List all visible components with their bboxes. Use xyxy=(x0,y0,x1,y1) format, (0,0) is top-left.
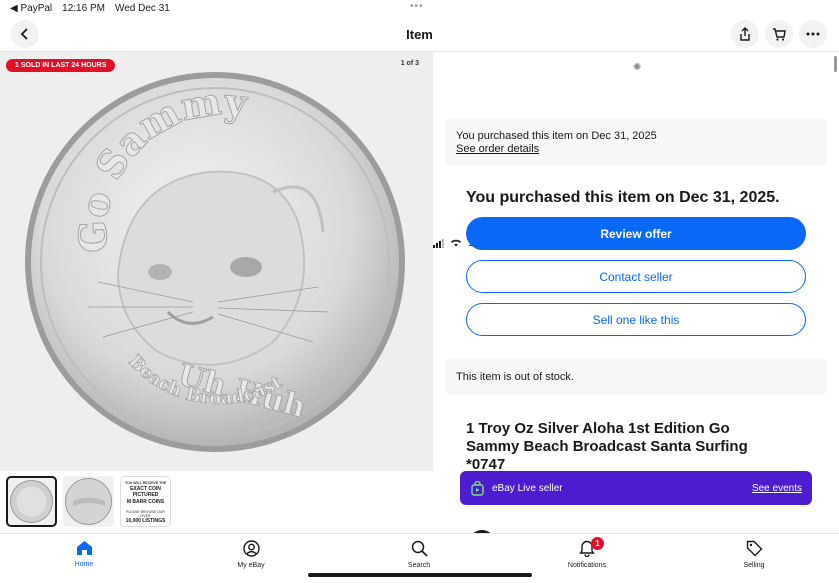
tab-search-label: Search xyxy=(407,562,431,569)
item-details-panel[interactable]: ✺ You purchased this item on Dec 31, 202… xyxy=(433,52,839,533)
see-order-details-link[interactable]: See order details xyxy=(456,143,816,155)
tab-my-ebay[interactable]: My eBay xyxy=(211,540,291,569)
thumbnail-2[interactable] xyxy=(63,476,114,527)
live-shopping-bag-icon xyxy=(471,480,484,496)
tab-home[interactable]: Home xyxy=(44,540,124,568)
see-events-link[interactable]: See events xyxy=(752,483,802,494)
tab-search[interactable]: Search xyxy=(379,540,459,569)
search-icon xyxy=(411,540,428,557)
ebay-live-banner[interactable]: eBay Live seller See events xyxy=(460,471,812,505)
purchase-notice-text: You purchased this item on Dec 31, 2025 xyxy=(456,130,657,142)
tag-icon xyxy=(746,540,762,557)
page-title: Item xyxy=(406,27,433,42)
tab-selling[interactable]: Selling xyxy=(714,540,794,569)
thumb-text-line4: 10,000 LISTINGS xyxy=(125,518,166,524)
more-icon xyxy=(806,32,820,36)
home-icon xyxy=(76,541,92,555)
tab-selling-label: Selling xyxy=(743,562,765,569)
live-seller-label: eBay Live seller xyxy=(492,482,563,494)
tab-notifications[interactable]: 1 Notifications xyxy=(547,537,627,569)
top-nav-bar: Item xyxy=(0,18,839,52)
home-indicator[interactable] xyxy=(308,573,532,577)
thumbnail-3[interactable]: YOU WILL RECEIVE THE EXACT COIN PICTURED… xyxy=(120,476,171,527)
more-options-button[interactable] xyxy=(799,20,827,48)
status-bar: ◀ PayPal 12:16 PM Wed Dec 31 ••• 100% xyxy=(0,0,839,249)
share-icon xyxy=(740,27,750,41)
coin-image: Go Sammy Uh Huh Beach Broadcast xyxy=(25,72,405,452)
out-of-stock-notice: This item is out of stock. xyxy=(445,359,827,395)
status-time: 12:16 PM xyxy=(62,3,105,14)
notification-count-badge: 1 xyxy=(591,537,604,550)
tab-my-ebay-label: My eBay xyxy=(237,562,265,569)
share-button[interactable] xyxy=(731,20,759,48)
item-title: 1 Troy Oz Silver Aloha 1st Edition Go Sa… xyxy=(466,420,748,473)
back-to-app-link[interactable]: ◀ PayPal xyxy=(10,3,52,14)
thumbnail-1[interactable] xyxy=(6,476,57,527)
multitask-dots-icon[interactable]: ••• xyxy=(410,1,424,12)
purchase-notice: You purchased this item on Dec 31, 2025 … xyxy=(445,119,827,165)
item-image-gallery[interactable]: Go Sammy Uh Huh Beach Broadcast 1 SOLD I… xyxy=(0,52,433,471)
contact-seller-button[interactable]: Contact seller xyxy=(466,260,806,293)
thumbnail-strip: YOU WILL RECEIVE THE EXACT COIN PICTURED… xyxy=(0,471,433,533)
tab-notifications-label: Notifications xyxy=(567,562,607,569)
coin-thumbnail-image xyxy=(10,480,53,523)
coin-reverse-thumbnail-image xyxy=(65,478,112,525)
cart-icon xyxy=(773,27,786,41)
tab-home-label: Home xyxy=(74,561,94,568)
thumb-text-line1: YOU WILL RECEIVE THE xyxy=(124,481,167,485)
profile-icon xyxy=(242,540,260,557)
thumb-brand: M BARR COINS xyxy=(126,499,165,505)
sell-one-like-this-button[interactable]: Sell one like this xyxy=(466,303,806,336)
review-offer-button[interactable]: Review offer xyxy=(466,217,806,250)
scrollbar[interactable] xyxy=(834,56,837,72)
purchase-heading: You purchased this item on Dec 31, 2025. xyxy=(466,189,780,206)
cart-button[interactable] xyxy=(765,20,793,48)
thumb-text-line2: EXACT COIN PICTURED xyxy=(130,486,161,498)
thumb-text-line3: PLEASE BROWSE OUR OVER xyxy=(126,510,165,518)
loading-spinner-icon: ✺ xyxy=(633,62,642,73)
image-counter: 1 of 3 xyxy=(400,60,419,67)
sold-count-badge: 1 SOLD IN LAST 24 HOURS xyxy=(6,59,116,72)
status-date: Wed Dec 31 xyxy=(114,3,170,14)
